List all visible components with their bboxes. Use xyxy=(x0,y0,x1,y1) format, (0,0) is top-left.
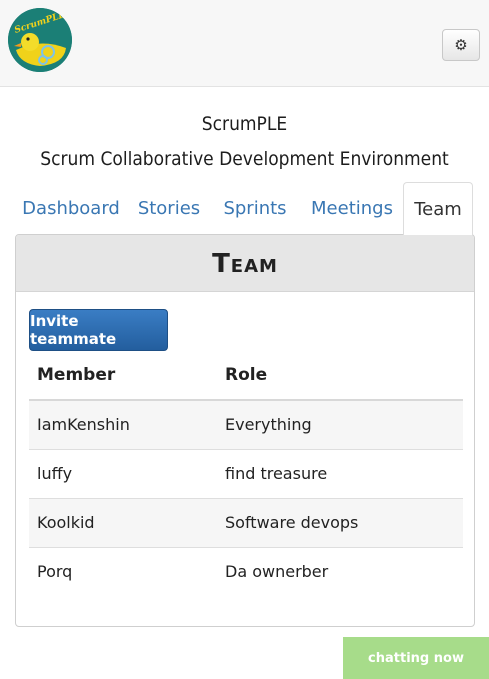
member-name: Porq xyxy=(37,562,73,581)
top-bar: ScrumPLE ⚙ xyxy=(0,0,489,87)
tab-dashboard[interactable]: Dashboard xyxy=(16,182,126,235)
table-row: IamKenshin Everything xyxy=(29,401,463,450)
member-name: luffy xyxy=(37,464,73,483)
main-tabs: Dashboard Stories Sprints Meetings Team xyxy=(16,182,473,235)
table-row: Koolkid Software devops xyxy=(29,499,463,548)
tab-stories[interactable]: Stories xyxy=(134,182,204,235)
member-role: Everything xyxy=(225,415,312,434)
member-role: Da ownerber xyxy=(225,562,329,581)
column-header-role: Role xyxy=(225,365,268,385)
chat-button[interactable]: chatting now xyxy=(343,637,489,679)
member-role: find treasure xyxy=(225,464,328,483)
invite-teammate-button[interactable]: Invite teammate xyxy=(29,309,168,351)
table-row: luffy find treasure xyxy=(29,450,463,499)
member-name: IamKenshin xyxy=(37,415,130,434)
member-name: Koolkid xyxy=(37,513,95,532)
tab-sprints[interactable]: Sprints xyxy=(218,182,292,235)
app-subtitle: Scrum Collaborative Development Environm… xyxy=(40,148,449,170)
table-row: Porq Da ownerber xyxy=(29,548,463,596)
panel-title: Team xyxy=(16,235,474,292)
tab-team[interactable]: Team xyxy=(403,182,473,235)
gear-icon: ⚙ xyxy=(454,36,468,54)
tab-meetings[interactable]: Meetings xyxy=(310,182,394,235)
settings-button[interactable]: ⚙ xyxy=(442,29,480,61)
scrumple-logo[interactable]: ScrumPLE xyxy=(8,8,72,72)
member-role: Software devops xyxy=(225,513,359,532)
team-panel: Team Invite teammate Member Role IamKens… xyxy=(15,234,475,627)
column-header-member: Member xyxy=(37,365,116,385)
app-title: ScrumPLE xyxy=(201,113,288,135)
